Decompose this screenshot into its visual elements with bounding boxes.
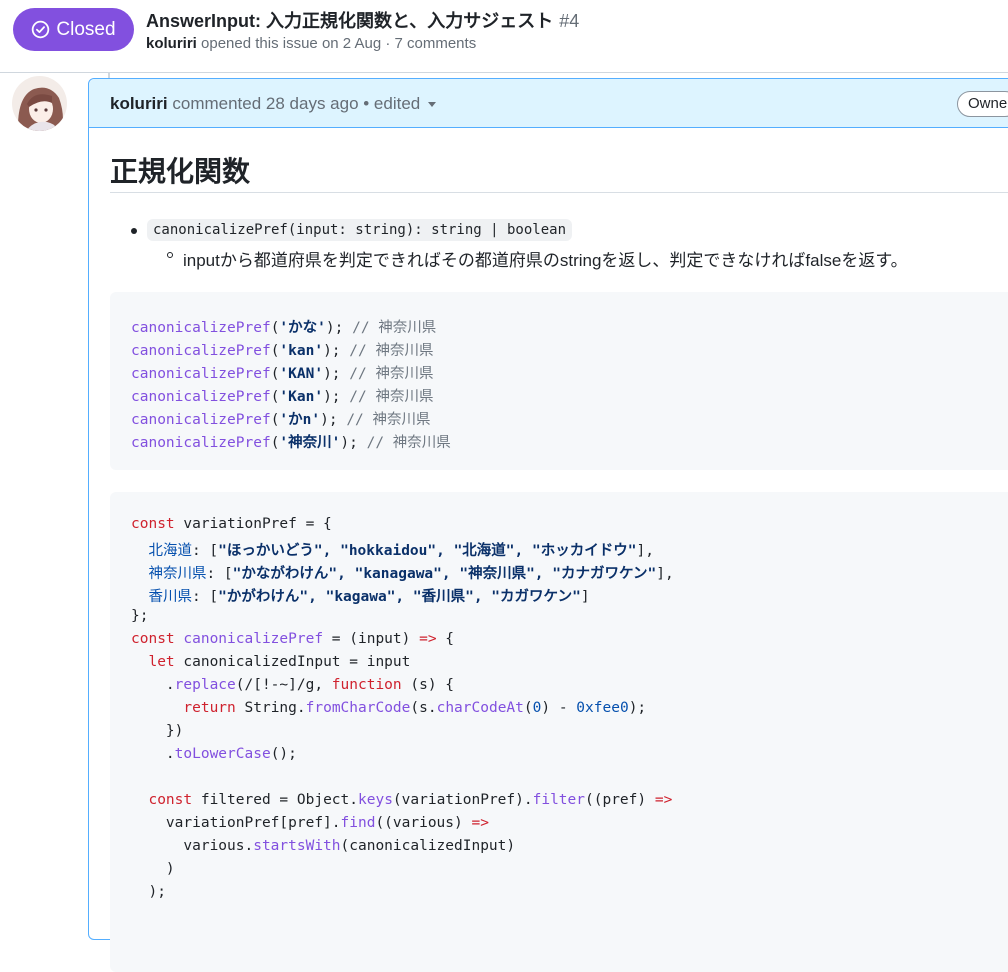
code-line: various.startsWith(canonicalizedInput) [131, 838, 516, 854]
issue-title-text: AnswerInput: 入力正規化関数と、入力サジェスト [146, 11, 554, 31]
description-text: inputから都道府県を判定できればその都道府県のstringを返し、判定できな… [183, 251, 908, 270]
heading-divider [110, 192, 1008, 193]
issue-sticky-header: Closed AnswerInput: 入力正規化関数と、入力サジェスト #4 k… [0, 0, 1008, 73]
issue-meta-text: opened this issue on 2 Aug · 7 comments [201, 35, 477, 52]
code-line: }; [131, 608, 149, 624]
code-line: ) [131, 861, 175, 877]
avatar[interactable] [12, 76, 67, 131]
code-line: .replace(/[!-~]/g, function (s) { [131, 677, 455, 693]
code-line: }) [131, 723, 184, 739]
code-block-implementation: const variationPref = { 北海道: ["ほっかいどう", … [110, 492, 1008, 972]
code-block-examples: canonicalizePref('かな'); // 神奈川県 canonica… [110, 292, 1008, 470]
issue-number: #4 [559, 11, 580, 31]
comment-author-line: koluriri commented 28 days ago • edited [110, 94, 437, 114]
code-line: canonicalizePref('かな'); // 神奈川県 [131, 320, 437, 336]
comment-header: koluriri commented 28 days ago • edited … [89, 79, 1008, 128]
comment-heading: 正規化関数 [110, 156, 251, 187]
code-line: 香川県: ["かがわけん", "kagawa", "香川県", "カガワケン"] [148, 589, 590, 605]
code-line: canonicalizePref('かn'); // 神奈川県 [131, 412, 431, 428]
chevron-down-icon[interactable] [428, 102, 437, 108]
avatar-image [12, 76, 67, 131]
list-bullet [131, 228, 137, 234]
check-circle-icon [32, 20, 50, 39]
code-line: const canonicalizePref = (input) => { [131, 631, 455, 647]
code-line: 神奈川県: ["かながわけん", "kanagawa", "神奈川県", "カナ… [148, 566, 674, 582]
code-line: canonicalizePref('KAN'); // 神奈川県 [131, 366, 434, 382]
issue-title: AnswerInput: 入力正規化関数と、入力サジェスト #4 [146, 7, 579, 33]
comment-author-link[interactable]: koluriri [110, 94, 168, 113]
code-line: canonicalizePref('神奈川'); // 神奈川県 [131, 435, 451, 451]
code-line: const variationPref = { [131, 516, 332, 532]
code-line: canonicalizePref('kan'); // 神奈川県 [131, 343, 434, 359]
sub-list-bullet [167, 252, 173, 258]
issue-comment: koluriri commented 28 days ago • edited … [88, 78, 1008, 972]
owner-badge: Owne [957, 91, 1008, 117]
issue-author-link[interactable]: koluriri [146, 35, 197, 52]
code-line: let canonicalizedInput = input [148, 654, 411, 670]
code-line: return String.fromCharCode(s.charCodeAt(… [183, 700, 647, 716]
code-line: ); [131, 884, 166, 900]
signature-inline-code: canonicalizePref(input: string): string … [147, 219, 573, 241]
code-line: variationPref[pref].find((various) => [131, 815, 489, 831]
code-line: .toLowerCase(); [131, 746, 297, 762]
comment-meta[interactable]: commented 28 days ago • edited [172, 94, 420, 113]
code-line: 北海道: ["ほっかいどう", "hokkaidou", "北海道", "ホッカ… [148, 543, 654, 559]
issue-state-badge: Closed [13, 8, 134, 51]
code-line: canonicalizePref('Kan'); // 神奈川県 [131, 389, 434, 405]
code-line: const filtered = Object.keys(variationPr… [148, 792, 673, 808]
issue-meta: koluriri opened this issue on 2 Aug · 7 … [146, 35, 476, 52]
issue-state-label: Closed [56, 18, 116, 40]
